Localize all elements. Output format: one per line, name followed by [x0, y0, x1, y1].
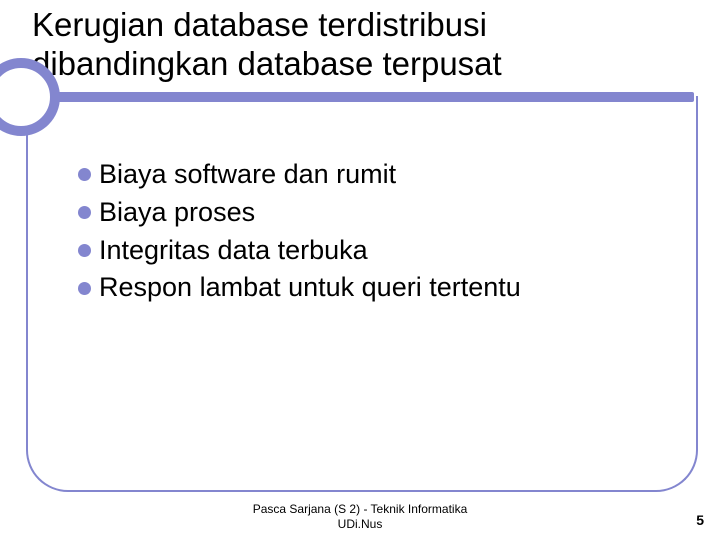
list-item: Biaya proses: [78, 194, 668, 232]
list-item: Biaya software dan rumit: [78, 156, 668, 194]
bullet-list: Biaya software dan rumit Biaya proses In…: [78, 156, 668, 307]
bullet-icon: [78, 244, 91, 257]
footer-line-2: UDi.Nus: [0, 517, 720, 532]
footer-line-1: Pasca Sarjana (S 2) - Teknik Informatika: [0, 502, 720, 517]
list-item: Integritas data terbuka: [78, 232, 668, 270]
footer: Pasca Sarjana (S 2) - Teknik Informatika…: [0, 502, 720, 532]
bullet-text: Integritas data terbuka: [99, 232, 368, 270]
bullet-icon: [78, 206, 91, 219]
list-item: Respon lambat untuk queri tertentu: [78, 269, 668, 307]
bullet-icon: [78, 282, 91, 295]
bullet-text: Biaya software dan rumit: [99, 156, 396, 194]
page-number: 5: [696, 512, 704, 528]
bullet-text: Respon lambat untuk queri tertentu: [99, 269, 521, 307]
slide-title: Kerugian database terdistribusi dibandin…: [32, 6, 672, 84]
bullet-text: Biaya proses: [99, 194, 255, 232]
slide: Kerugian database terdistribusi dibandin…: [0, 0, 720, 540]
bullet-icon: [78, 168, 91, 181]
